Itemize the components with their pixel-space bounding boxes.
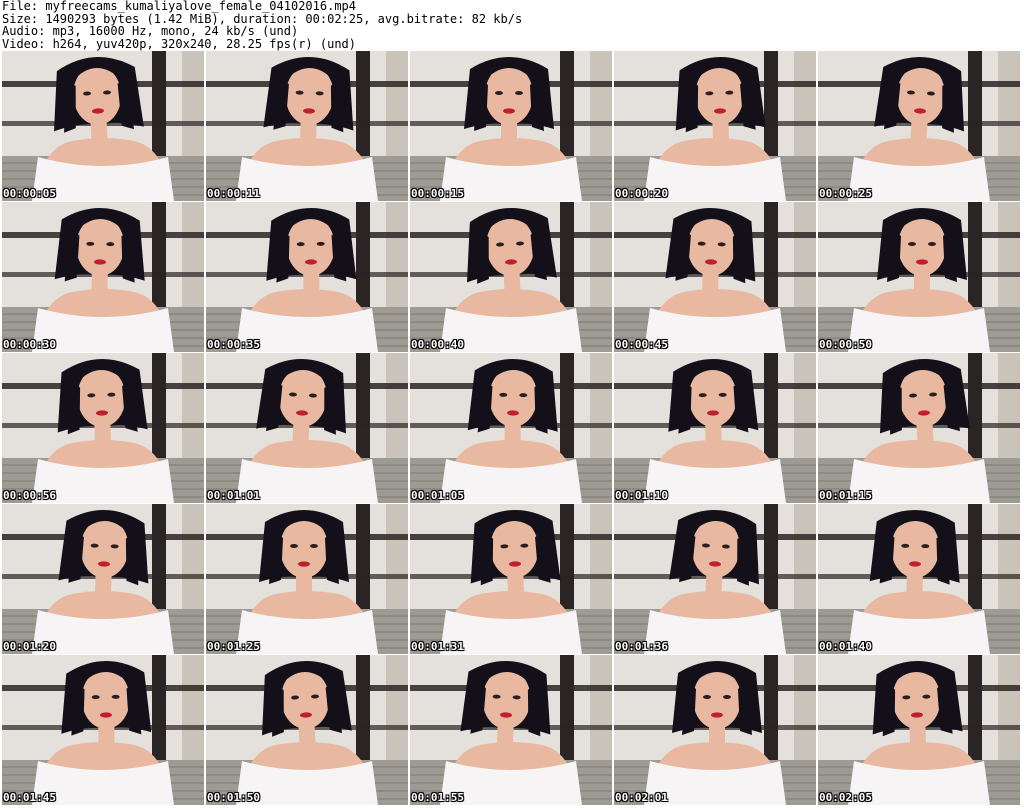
- frame-image: [410, 655, 612, 805]
- frame-image: [410, 202, 612, 352]
- frame-image: [818, 353, 1020, 503]
- video-thumbnail: 00:01:31: [410, 504, 612, 654]
- timestamp-label: 00:01:15: [819, 489, 872, 502]
- video-thumbnail: 00:00:35: [206, 202, 408, 352]
- timestamp-label: 00:01:50: [207, 791, 260, 804]
- file-info-header: File: myfreecams_kumaliyalove_female_041…: [2, 0, 1022, 50]
- video-thumbnail: 00:01:36: [614, 504, 816, 654]
- timestamp-label: 00:01:36: [615, 640, 668, 653]
- video-thumbnail: 00:00:45: [614, 202, 816, 352]
- frame-image: [614, 504, 816, 654]
- video-thumbnail: 00:02:01: [614, 655, 816, 805]
- video-thumbnail: 00:01:15: [818, 353, 1020, 503]
- timestamp-label: 00:01:20: [3, 640, 56, 653]
- timestamp-label: 00:01:31: [411, 640, 464, 653]
- video-thumbnail: 00:02:05: [818, 655, 1020, 805]
- timestamp-label: 00:00:05: [3, 187, 56, 200]
- frame-image: [410, 353, 612, 503]
- timestamp-label: 00:01:05: [411, 489, 464, 502]
- video-thumbnail: 00:00:15: [410, 51, 612, 201]
- video-thumbnail: 00:01:25: [206, 504, 408, 654]
- frame-image: [614, 202, 816, 352]
- video-thumbnail: 00:01:01: [206, 353, 408, 503]
- frame-image: [818, 655, 1020, 805]
- video-thumbnail: 00:00:50: [818, 202, 1020, 352]
- frame-image: [206, 655, 408, 805]
- frame-image: [818, 202, 1020, 352]
- timestamp-label: 00:00:50: [819, 338, 872, 351]
- timestamp-label: 00:00:11: [207, 187, 260, 200]
- frame-image: [206, 504, 408, 654]
- video-thumbnail: 00:00:25: [818, 51, 1020, 201]
- video-thumbnail: 00:01:45: [2, 655, 204, 805]
- timestamp-label: 00:02:01: [615, 791, 668, 804]
- timestamp-label: 00:02:05: [819, 791, 872, 804]
- timestamp-label: 00:00:40: [411, 338, 464, 351]
- video-thumbnail: 00:01:55: [410, 655, 612, 805]
- timestamp-label: 00:00:45: [615, 338, 668, 351]
- frame-image: [206, 51, 408, 201]
- frame-image: [2, 655, 204, 805]
- video-info-line: Video: h264, yuv420p, 320x240, 28.25 fps…: [2, 36, 357, 51]
- timestamp-label: 00:01:01: [207, 489, 260, 502]
- frame-image: [2, 353, 204, 503]
- timestamp-label: 00:01:55: [411, 791, 464, 804]
- frame-image: [410, 51, 612, 201]
- video-thumbnail: 00:01:20: [2, 504, 204, 654]
- timestamp-label: 00:00:30: [3, 338, 56, 351]
- timestamp-label: 00:01:40: [819, 640, 872, 653]
- frame-image: [206, 202, 408, 352]
- frame-image: [818, 51, 1020, 201]
- video-thumbnail: 00:00:05: [2, 51, 204, 201]
- timestamp-label: 00:00:25: [819, 187, 872, 200]
- timestamp-label: 00:00:20: [615, 187, 668, 200]
- frame-image: [614, 655, 816, 805]
- frame-image: [614, 353, 816, 503]
- frame-image: [818, 504, 1020, 654]
- timestamp-label: 00:00:56: [3, 489, 56, 502]
- video-thumbnail: 00:00:56: [2, 353, 204, 503]
- timestamp-label: 00:01:10: [615, 489, 668, 502]
- video-thumbnail: 00:01:10: [614, 353, 816, 503]
- video-thumbnail: 00:01:50: [206, 655, 408, 805]
- frame-image: [2, 202, 204, 352]
- file-name-line: File: myfreecams_kumaliyalove_female_041…: [2, 0, 357, 13]
- timestamp-label: 00:01:45: [3, 791, 56, 804]
- timestamp-label: 00:00:35: [207, 338, 260, 351]
- frame-image: [410, 504, 612, 654]
- video-thumbnail: 00:01:40: [818, 504, 1020, 654]
- frame-image: [614, 51, 816, 201]
- video-thumbnail: 00:01:05: [410, 353, 612, 503]
- video-thumbnail: 00:00:40: [410, 202, 612, 352]
- video-thumbnail: 00:00:30: [2, 202, 204, 352]
- video-thumbnail: 00:00:11: [206, 51, 408, 201]
- video-thumbnail: 00:00:20: [614, 51, 816, 201]
- frame-image: [2, 504, 204, 654]
- frame-image: [2, 51, 204, 201]
- timestamp-label: 00:00:15: [411, 187, 464, 200]
- frame-image: [206, 353, 408, 503]
- audio-info-line: Audio: mp3, 16000 Hz, mono, 24 kb/s (und…: [2, 24, 299, 38]
- timestamp-label: 00:01:25: [207, 640, 260, 653]
